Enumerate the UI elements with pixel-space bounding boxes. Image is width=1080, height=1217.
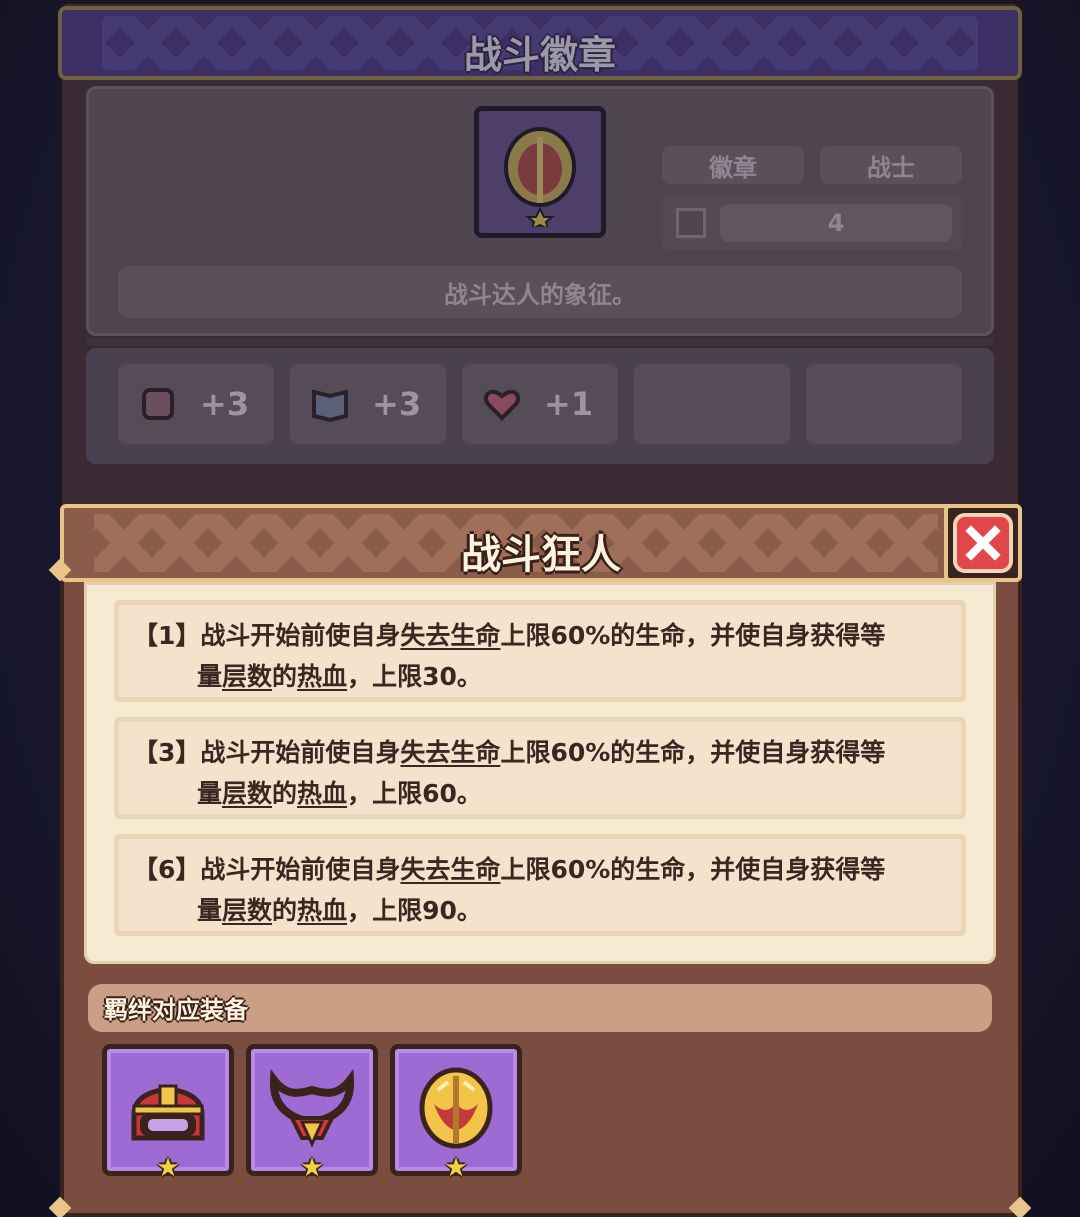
effect-line-1: 【3】战斗开始前使自身失去生命上限60%的生命，并使自身获得等 (133, 738, 886, 767)
stat-attack-value: +3 (200, 385, 250, 423)
star-rating-icon: ★ (156, 1153, 180, 1183)
keyword-hot-blood[interactable]: 热血 (297, 662, 347, 691)
effect-line-2: 量层数的热血，上限30。 (197, 662, 482, 691)
stat-magic-value: +3 (372, 385, 422, 423)
close-icon (953, 513, 1013, 573)
stat-health-value: +1 (544, 385, 594, 423)
badge-class-tag: 战士 (820, 146, 962, 184)
stat-empty-slot (806, 364, 962, 444)
equipment-slot-badge[interactable]: ★ (390, 1044, 522, 1181)
badge-icon (419, 1067, 493, 1149)
book-icon (310, 384, 350, 424)
equipment-slot-necklace[interactable]: ★ (246, 1044, 378, 1181)
effect-tier-1: 【1】战斗开始前使自身失去生命上限60%的生命，并使自身获得等 量层数的热血，上… (114, 600, 966, 702)
modal-title: 战斗狂人 (461, 532, 621, 578)
effect-line-1: 【6】战斗开始前使自身失去生命上限60%的生命，并使自身获得等 (133, 855, 886, 884)
stat-health: +1 (462, 364, 618, 444)
keyword-lose-health[interactable]: 失去生命 (400, 855, 500, 884)
stat-magic: +3 (290, 364, 446, 444)
effect-tier-6: 【6】战斗开始前使自身失去生命上限60%的生命，并使自身获得等 量层数的热血，上… (114, 834, 966, 936)
stack-count-row: 4 (662, 196, 962, 250)
badge-panel-header: 战斗徽章 (58, 6, 1022, 80)
bond-equipment-label: 羁绊对应装备 (104, 996, 248, 1024)
modal-header: 战斗狂人 (60, 504, 1022, 582)
badge-item-frame (474, 106, 606, 238)
stack-icon (676, 208, 706, 238)
effect-tier-3: 【3】战斗开始前使自身失去生命上限60%的生命，并使自身获得等 量层数的热血，上… (114, 717, 966, 819)
stack-count-value: 4 (720, 204, 952, 242)
keyword-lose-health[interactable]: 失去生命 (400, 621, 500, 650)
effect-line-2: 量层数的热血，上限60。 (197, 779, 482, 808)
keyword-hot-blood[interactable]: 热血 (297, 896, 347, 925)
close-button[interactable] (944, 504, 1022, 582)
effect-line-1: 【1】战斗开始前使自身失去生命上限60%的生命，并使自身获得等 (133, 621, 886, 650)
star-rating-icon: ★ (444, 1153, 468, 1183)
effect-line-2: 量层数的热血，上限90。 (197, 896, 482, 925)
stat-attack: +3 (118, 364, 274, 444)
keyword-stacks[interactable]: 层数 (222, 779, 272, 808)
keyword-lose-health[interactable]: 失去生命 (400, 738, 500, 767)
divider (86, 338, 994, 346)
badge-icon (504, 127, 576, 227)
badge-description: 战斗达人的象征。 (118, 266, 962, 318)
badge-type-tag: 徽章 (662, 146, 804, 184)
star-rating-icon: ★ (300, 1153, 324, 1183)
helmet-icon (131, 1084, 205, 1141)
stat-empty-slot (634, 364, 790, 444)
keyword-stacks[interactable]: 层数 (222, 662, 272, 691)
necklace-icon (269, 1068, 355, 1148)
equipment-slot-helmet[interactable]: ★ (102, 1044, 234, 1181)
keyword-stacks[interactable]: 层数 (222, 896, 272, 925)
fist-icon (138, 384, 178, 424)
heart-icon (482, 384, 522, 424)
keyword-hot-blood[interactable]: 热血 (297, 779, 347, 808)
badge-panel-title: 战斗徽章 (463, 33, 616, 77)
